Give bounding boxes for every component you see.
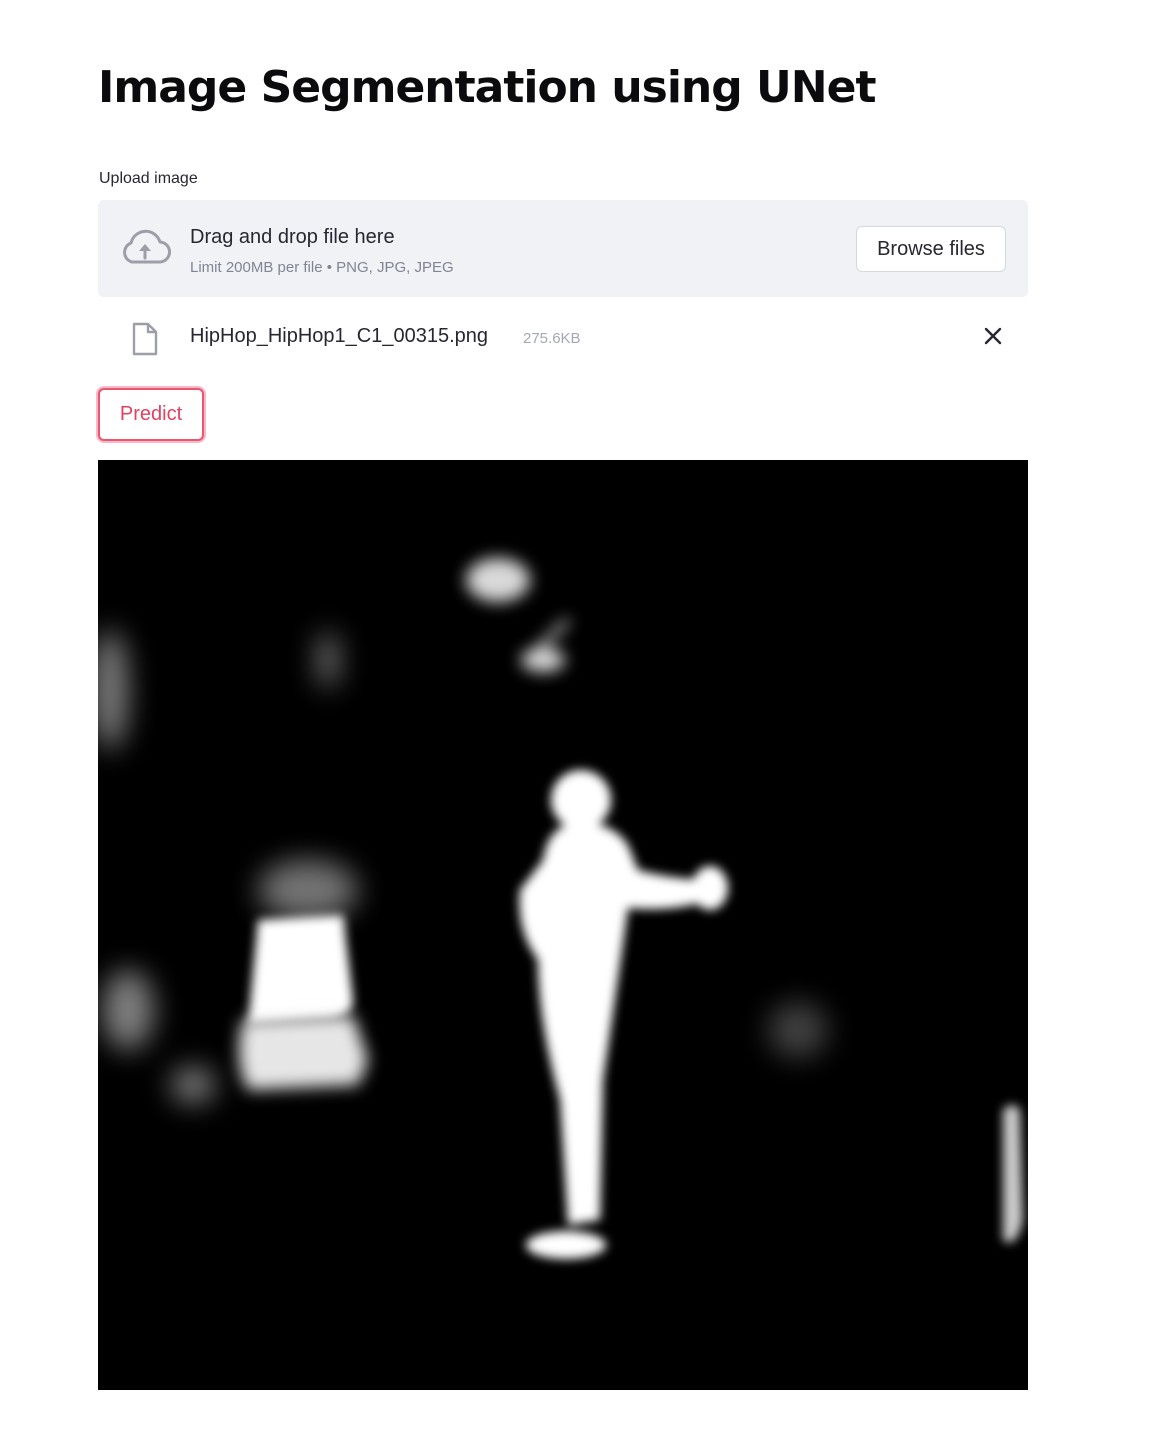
uploaded-file-row: HipHop_HipHop1_C1_00315.png 275.6KB bbox=[98, 316, 1028, 358]
segmentation-mask bbox=[98, 460, 1028, 1390]
file-icon bbox=[132, 322, 158, 356]
uploaded-file-name: HipHop_HipHop1_C1_00315.png bbox=[190, 325, 488, 347]
page-title: Image Segmentation using UNet bbox=[98, 62, 876, 113]
predict-button[interactable]: Predict bbox=[98, 388, 204, 441]
dropzone-limit-text: Limit 200MB per file • PNG, JPG, JPEG bbox=[190, 259, 454, 276]
upload-label: Upload image bbox=[99, 170, 198, 187]
segmentation-result-image bbox=[98, 460, 1028, 1390]
uploaded-file-size: 275.6KB bbox=[523, 330, 581, 347]
cloud-upload-icon bbox=[123, 229, 171, 264]
browse-files-button[interactable]: Browse files bbox=[856, 226, 1006, 272]
close-icon[interactable] bbox=[981, 324, 1005, 348]
file-dropzone[interactable]: Drag and drop file here Limit 200MB per … bbox=[98, 200, 1028, 297]
dropzone-title: Drag and drop file here bbox=[190, 226, 395, 248]
